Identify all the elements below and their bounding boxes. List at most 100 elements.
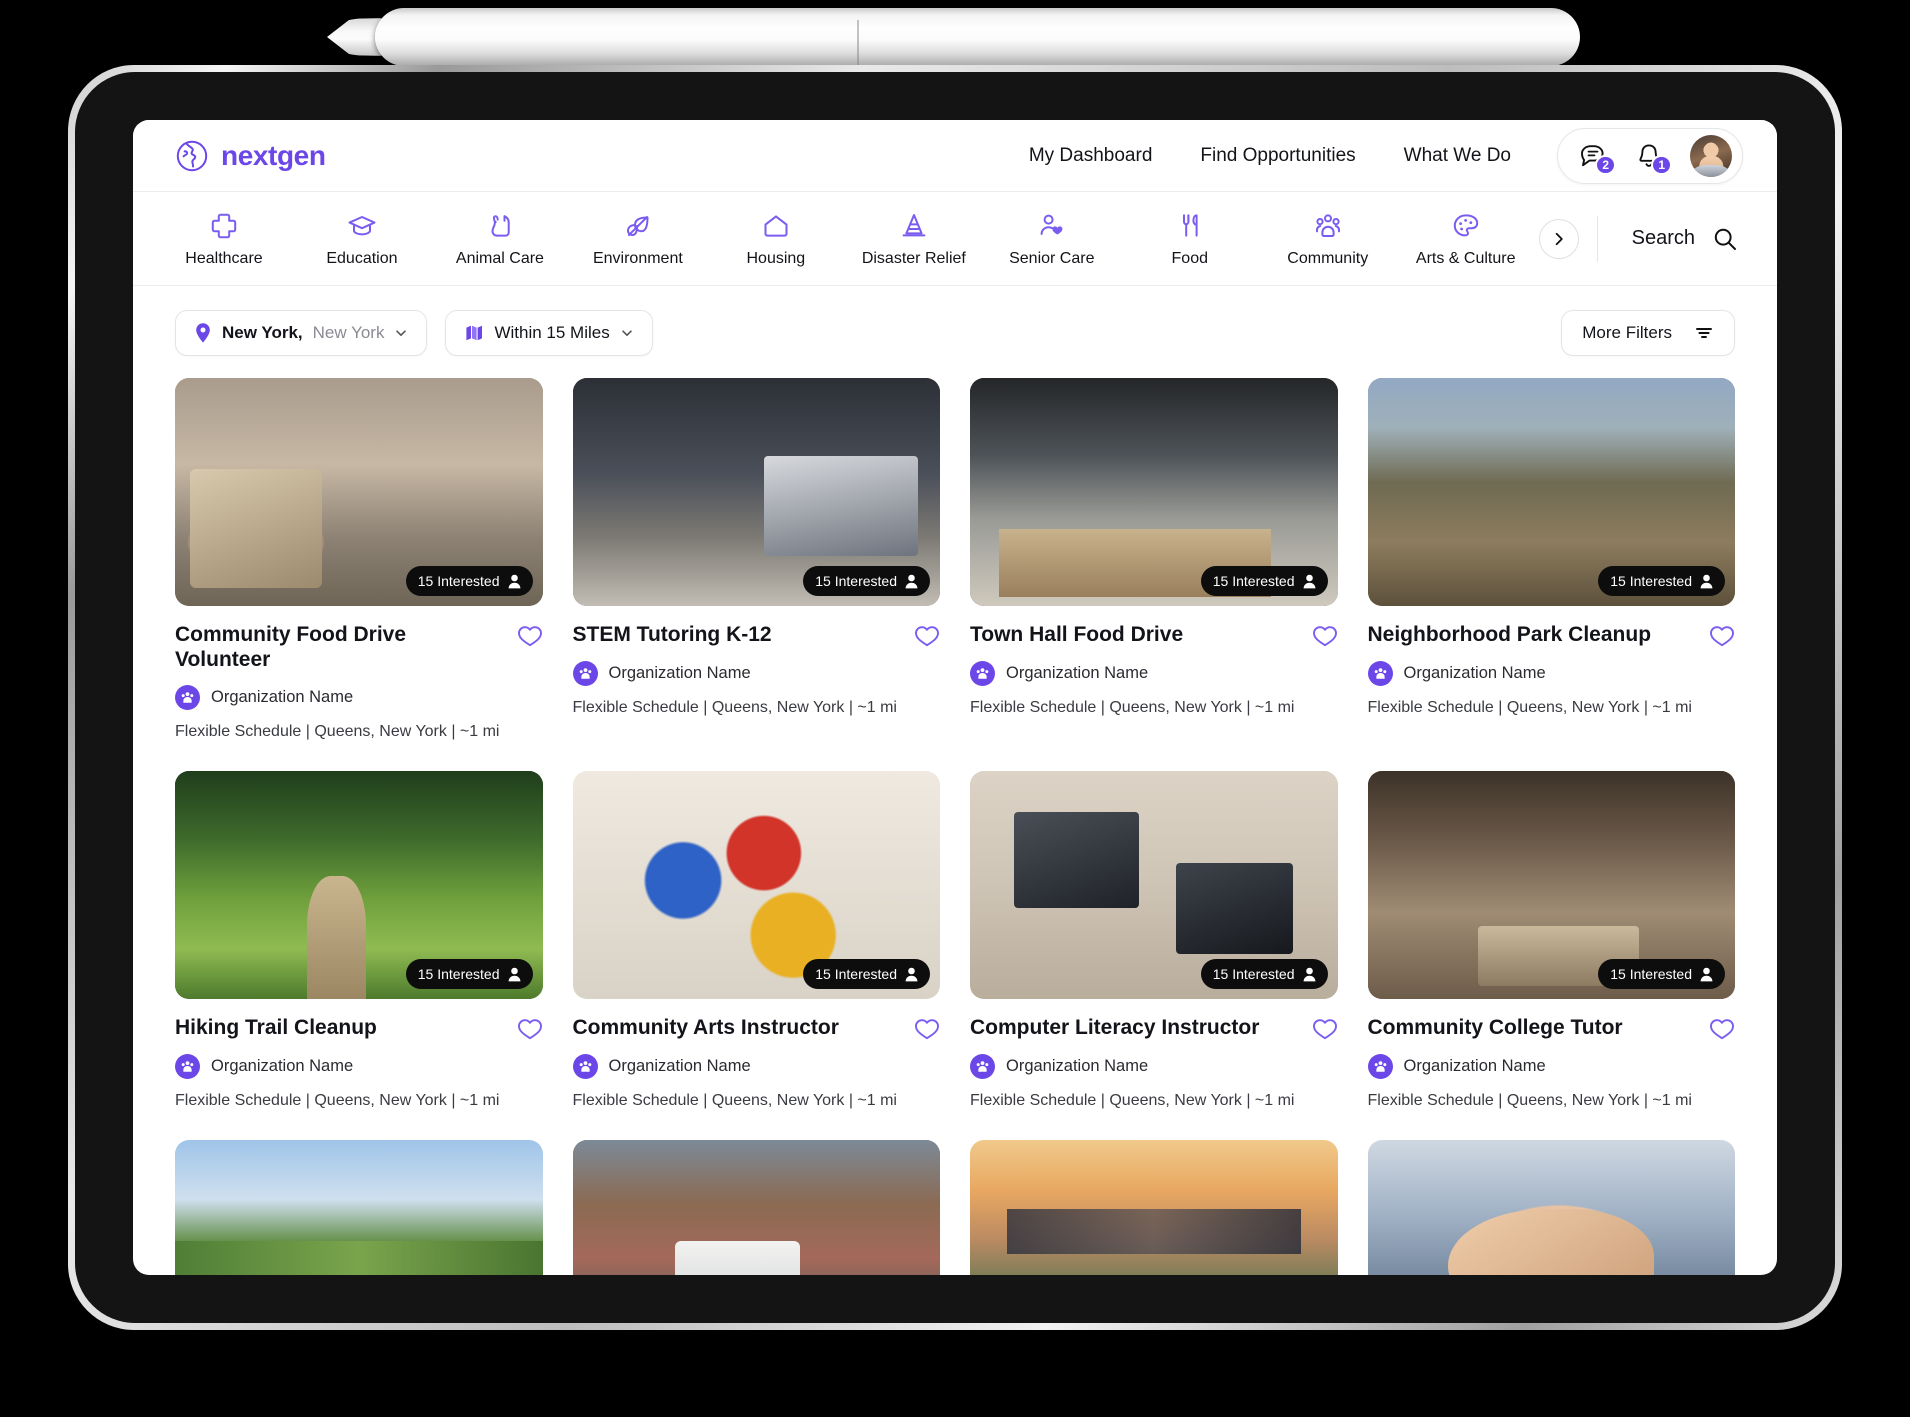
results-area: 15 Interested Community Food Drive Volun… xyxy=(133,374,1777,1275)
opportunity-card[interactable]: 15 Interested Hiking Trail Cleanup Organ… xyxy=(175,771,543,1110)
stylus-seam xyxy=(857,20,859,70)
people-group-icon xyxy=(175,685,200,711)
interested-label: 15 Interested xyxy=(1610,573,1692,589)
card-title: Computer Literacy Instructor xyxy=(970,1016,1260,1040)
category-item-senior-care[interactable]: Senior Care xyxy=(983,210,1121,268)
opportunity-card[interactable]: 15 Interested Community College Tutor Or… xyxy=(1367,771,1736,1110)
heart-outline-icon[interactable] xyxy=(517,624,543,648)
chevron-right-icon xyxy=(1555,232,1563,245)
traffic-cone-icon xyxy=(902,213,926,236)
heart-outline-icon[interactable] xyxy=(517,1017,543,1041)
heart-outline-icon[interactable] xyxy=(1709,1017,1735,1041)
card-meta: Flexible Schedule | Queens, New York | ~… xyxy=(572,1092,897,1110)
opportunity-card[interactable]: 15 Interested Community Food Drive Volun… xyxy=(175,378,543,741)
opportunity-card[interactable]: 15 Interested Computer Literacy Instruct… xyxy=(970,771,1338,1110)
card-header: Town Hall Food Drive xyxy=(970,622,1338,648)
category-item-disaster-relief[interactable]: Disaster Relief xyxy=(845,210,983,268)
chevron-down-icon xyxy=(396,330,407,336)
person-icon xyxy=(508,967,520,982)
category-item-healthcare[interactable]: Healthcare xyxy=(155,210,293,268)
location-state: New York xyxy=(312,323,385,342)
interested-label: 15 Interested xyxy=(815,966,897,983)
heart-outline-icon[interactable] xyxy=(1312,1017,1338,1041)
medical-cross-icon xyxy=(211,213,237,238)
category-label: Environment xyxy=(592,249,683,267)
heart-outline-icon[interactable] xyxy=(914,624,940,648)
house-icon xyxy=(764,214,788,237)
card-header: Community College Tutor xyxy=(1368,1015,1736,1041)
interested-badge: 15 Interested xyxy=(405,566,533,596)
category-item-arts-culture[interactable]: Arts & Culture xyxy=(1397,210,1535,268)
nav-item-find-opportunities[interactable]: Find Opportunities xyxy=(1200,145,1355,167)
opportunity-card[interactable]: 15 Interested xyxy=(1367,1140,1735,1275)
search-button[interactable]: Search xyxy=(1596,215,1777,262)
interested-badge: 15 Interested xyxy=(803,959,930,990)
category-next-button[interactable] xyxy=(1538,218,1579,259)
more-filters-button[interactable]: More Filters xyxy=(1561,310,1735,356)
screenshot-stage: nextgen My Dashboard Find Opportunities … xyxy=(0,0,1910,1417)
card-header: Community Food Drive Volunteer xyxy=(175,622,543,672)
opportunity-card[interactable]: 15 Interested Community Arts Instructor xyxy=(572,771,940,1110)
opportunity-card[interactable]: 15 Interested xyxy=(572,1140,940,1275)
person-icon xyxy=(1303,574,1315,588)
person-icon xyxy=(1700,967,1713,982)
avatar[interactable] xyxy=(1690,134,1732,177)
category-item-animal-care[interactable]: Animal Care xyxy=(431,210,569,268)
person-icon xyxy=(1303,967,1315,982)
opportunity-card[interactable]: 15 Interested xyxy=(175,1140,543,1275)
people-group-icon xyxy=(970,661,995,686)
organization-name: Organization Name xyxy=(211,688,354,707)
category-label: Arts & Culture xyxy=(1415,249,1516,267)
map-pin-icon xyxy=(196,323,210,343)
organization-name: Organization Name xyxy=(1403,1057,1546,1076)
card-title: Community Arts Instructor xyxy=(572,1016,839,1040)
card-organization: Organization Name xyxy=(1367,661,1736,686)
people-group-icon xyxy=(1367,661,1393,686)
person-icon xyxy=(1700,574,1713,588)
filter-lines-icon xyxy=(1696,328,1712,338)
card-thumbnail: 15 Interested xyxy=(175,771,543,1000)
notifications-badge: 1 xyxy=(1651,154,1672,175)
category-label: Food xyxy=(1171,249,1208,267)
opportunity-grid: 15 Interested Community Food Drive Volun… xyxy=(175,378,1735,1275)
filter-bar: New York, New York Within 15 Miles More … xyxy=(133,286,1777,374)
category-item-education[interactable]: Education xyxy=(293,210,431,268)
card-meta: Flexible Schedule | Queens, New York | ~… xyxy=(1367,699,1692,716)
category-item-housing[interactable]: Housing xyxy=(707,210,845,268)
card-photo xyxy=(1367,1140,1735,1275)
category-item-environment[interactable]: Environment xyxy=(569,210,707,268)
distance-filter[interactable]: Within 15 Miles xyxy=(445,310,653,356)
map-icon xyxy=(466,325,483,341)
nav-item-my-dashboard[interactable]: My Dashboard xyxy=(1029,145,1153,167)
opportunity-card[interactable]: 15 Interested xyxy=(970,1140,1338,1275)
brand-logo[interactable]: nextgen xyxy=(175,139,326,173)
interested-badge: 15 Interested xyxy=(1200,959,1328,990)
heart-outline-icon[interactable] xyxy=(1709,624,1735,648)
opportunity-card[interactable]: 15 Interested Town Hall Food Drive Organ… xyxy=(970,378,1338,741)
apple-pencil-stylus[interactable] xyxy=(375,8,1580,70)
category-label: Community xyxy=(1287,249,1369,267)
messages-button[interactable]: 2 xyxy=(1578,141,1616,175)
card-organization: Organization Name xyxy=(970,1054,1338,1080)
location-filter[interactable]: New York, New York xyxy=(175,310,428,356)
search-label: Search xyxy=(1631,227,1695,249)
people-group-icon xyxy=(175,1054,200,1080)
card-title: Community College Tutor xyxy=(1367,1016,1623,1040)
fork-knife-icon xyxy=(1182,213,1198,237)
category-item-food[interactable]: Food xyxy=(1121,210,1259,268)
heart-outline-icon[interactable] xyxy=(914,1017,940,1041)
organization-name: Organization Name xyxy=(1006,1057,1149,1076)
tablet-screen: nextgen My Dashboard Find Opportunities … xyxy=(133,120,1777,1275)
heart-outline-icon[interactable] xyxy=(1312,624,1338,648)
opportunity-card[interactable]: 15 Interested Neighborhood Park Cleanup xyxy=(1367,378,1736,741)
people-group-icon xyxy=(1367,1054,1393,1080)
category-item-community[interactable]: Community xyxy=(1259,210,1397,268)
interested-badge: 15 Interested xyxy=(1598,959,1725,990)
card-header: Computer Literacy Instructor xyxy=(970,1015,1338,1041)
cat-icon xyxy=(491,214,510,237)
card-thumbnail: 15 Interested xyxy=(970,1140,1338,1275)
magnifier-icon xyxy=(1714,228,1736,250)
nav-item-what-we-do[interactable]: What We Do xyxy=(1404,145,1511,167)
opportunity-card[interactable]: 15 Interested STEM Tutoring K-12 Organiz… xyxy=(572,378,940,741)
notifications-button[interactable]: 1 xyxy=(1634,141,1672,175)
